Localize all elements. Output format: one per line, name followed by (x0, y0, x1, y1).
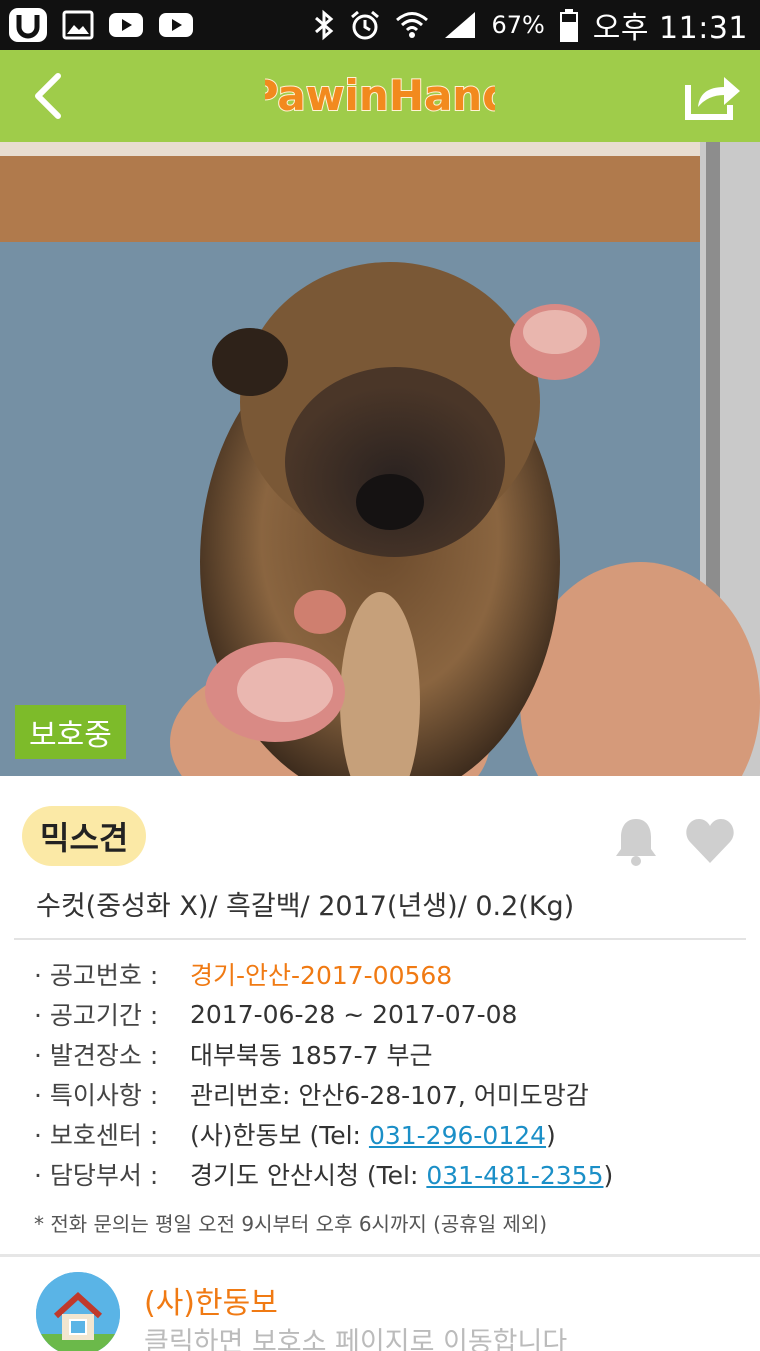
detail-label: · 공고번호 : (34, 961, 159, 990)
shelter-house-icon[interactable] (36, 1272, 120, 1351)
detail-label: · 보호센터 : (34, 1121, 159, 1150)
notice-details: · 공고번호 : 경기-안산-2017-00568 · 공고기간 : 2017-… (34, 954, 754, 1194)
paren-close: ) (603, 1161, 614, 1190)
chevron-left-icon (35, 73, 61, 119)
department-name: 경기도 안산시청 (Tel: (190, 1161, 427, 1190)
battery-icon (559, 8, 579, 42)
bluetooth-icon (313, 9, 335, 41)
animal-summary: 수컷(중성화 X)/ 흑갈백/ 2017(년생)/ 0.2(Kg) (36, 891, 575, 922)
department: 경기도 안산시청 (Tel: 031-481-2355) (190, 1156, 613, 1192)
wifi-icon (395, 10, 429, 40)
shelter-phone-link[interactable]: 031-296-0124 (369, 1121, 546, 1150)
signal-icon (443, 10, 477, 40)
u-plus-icon (8, 7, 48, 43)
logo-text: PawinHand (265, 71, 495, 120)
notification-button[interactable] (612, 815, 660, 867)
detail-row-department: · 담당부서 : 경기도 안산시청 (Tel: 031-481-2355) (34, 1154, 754, 1194)
call-hours-note: * 전화 문의는 평일 오전 9시부터 오후 6시까지 (공휴일 제외) (34, 1212, 548, 1236)
divider (0, 1254, 760, 1257)
bell-icon (616, 819, 656, 866)
animal-photo[interactable] (0, 142, 760, 776)
status-bar: 67% 오후 11:31 (0, 0, 760, 50)
protection-status-badge: 보호중 (15, 705, 126, 759)
detail-label: · 특이사항 : (34, 1081, 159, 1110)
special-notes: 관리번호: 안산6-28-107, 어미도망감 (190, 1081, 589, 1110)
notice-period: 2017-06-28 ~ 2017-07-08 (190, 999, 518, 1029)
share-button[interactable] (680, 66, 746, 126)
shelter-center-name: (사)한동보 (Tel: (190, 1121, 369, 1150)
favorite-button[interactable] (684, 815, 736, 867)
detail-row-notice-period: · 공고기간 : 2017-06-28 ~ 2017-07-08 (34, 994, 754, 1034)
breed-badge: 믹스견 (22, 806, 147, 866)
share-icon (685, 77, 740, 120)
detail-label: · 공고기간 : (34, 1001, 159, 1030)
detail-row-notice-number: · 공고번호 : 경기-안산-2017-00568 (34, 954, 754, 994)
heart-icon (686, 819, 734, 863)
department-phone-link[interactable]: 031-481-2355 (426, 1161, 603, 1190)
found-location: 대부북동 1857-7 부근 (190, 1041, 433, 1070)
image-icon (62, 10, 94, 40)
clock: 오후 11:31 (592, 11, 748, 46)
paren-close: ) (546, 1121, 556, 1150)
youtube-icon (158, 11, 194, 39)
shelter-hint: 클릭하면 보호소 페이지로 이동합니다 (144, 1327, 568, 1351)
detail-row-special-notes: · 특이사항 : 관리번호: 안산6-28-107, 어미도망감 (34, 1074, 754, 1114)
app-logo: PawinHand (247, 64, 514, 126)
detail-label: · 담당부서 : (34, 1161, 159, 1190)
detail-row-shelter-center: · 보호센터 : (사)한동보 (Tel: 031-296-0124) (34, 1114, 754, 1154)
alarm-icon (349, 9, 381, 41)
detail-label: · 발견장소 : (34, 1041, 159, 1070)
puppy-photo-image (0, 142, 760, 776)
app-bar: PawinHand (0, 50, 760, 142)
detail-row-found-location: · 발견장소 : 대부북동 1857-7 부근 (34, 1034, 754, 1074)
battery-percent: 67% (491, 11, 545, 39)
divider (14, 938, 746, 940)
shelter-center: (사)한동보 (Tel: 031-296-0124) (190, 1116, 556, 1152)
back-button[interactable] (18, 66, 78, 126)
shelter-name-link[interactable]: (사)한동보 (144, 1278, 278, 1322)
youtube-icon (108, 11, 144, 39)
notice-number: 경기-안산-2017-00568 (190, 961, 453, 990)
